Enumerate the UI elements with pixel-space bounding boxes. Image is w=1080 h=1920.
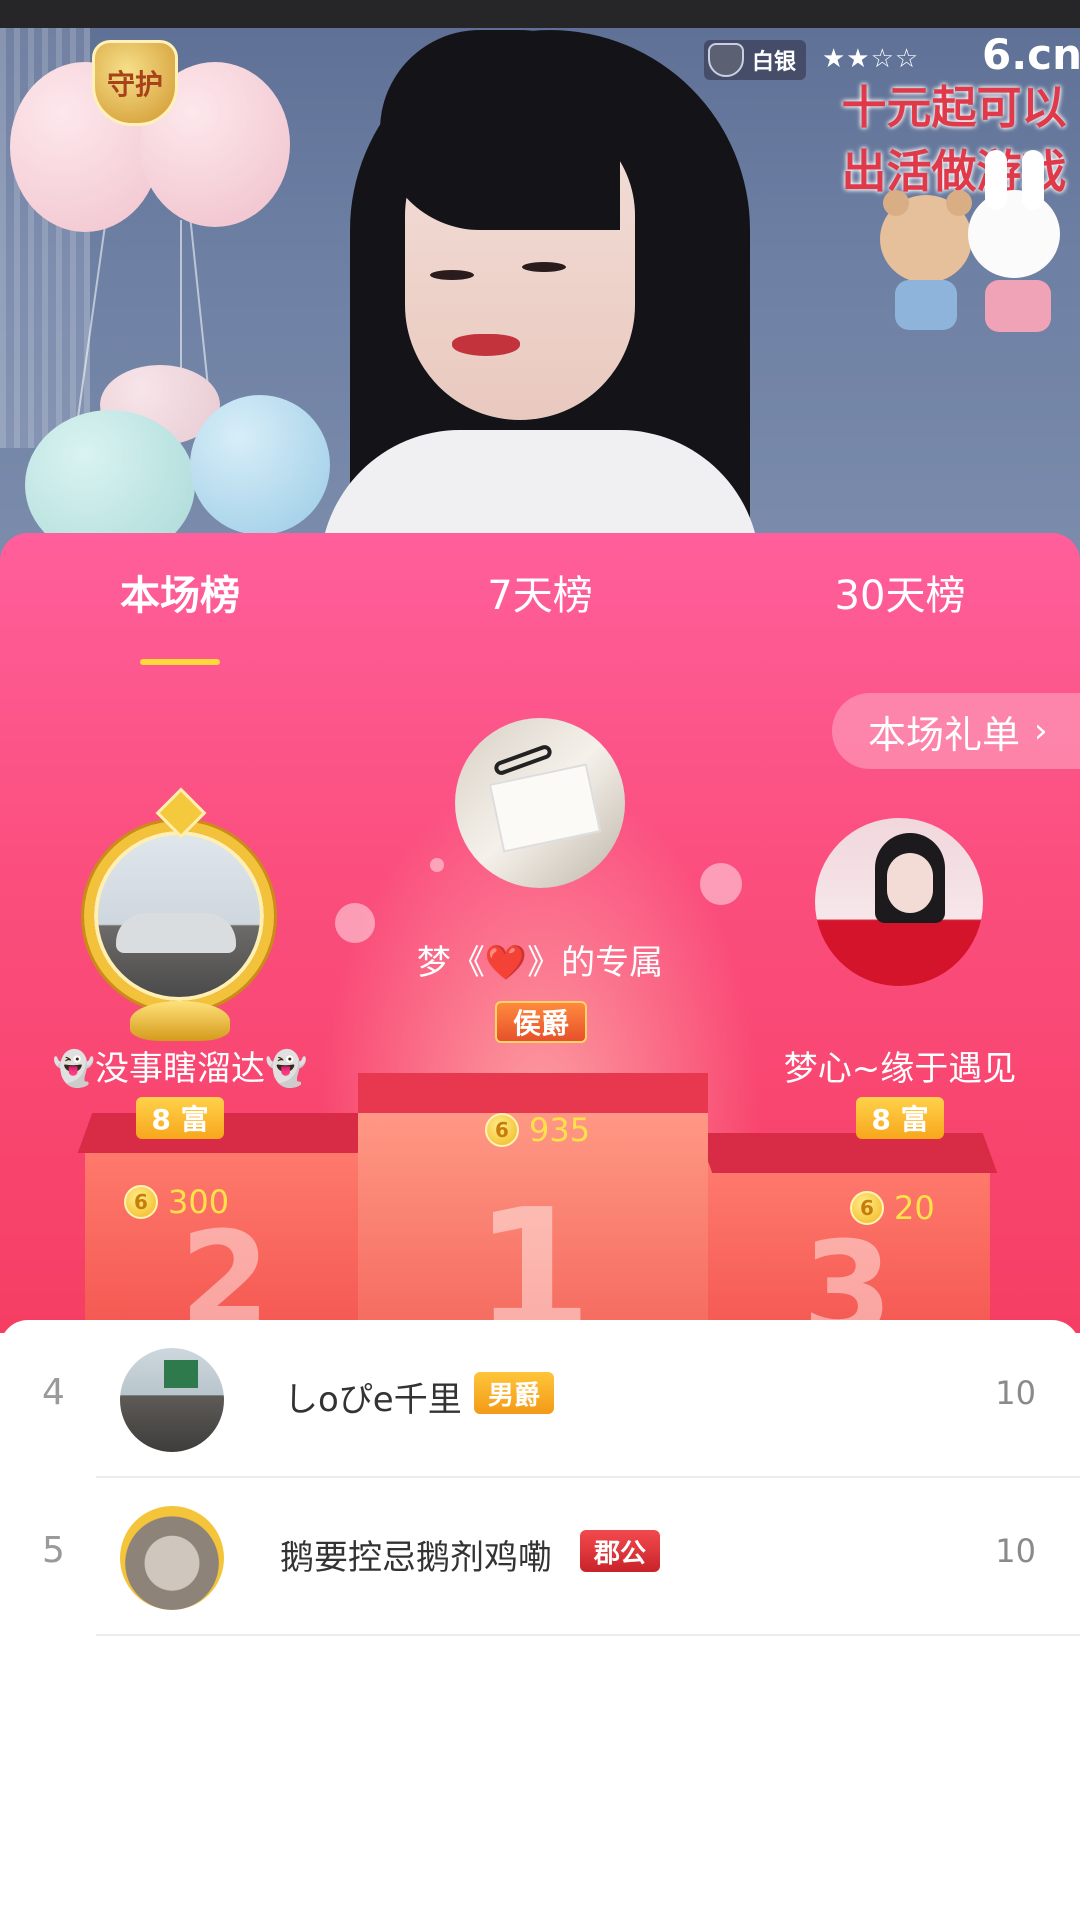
third-place-wealth-badge: 8 富 xyxy=(856,1097,944,1139)
rank-panel: 本场榜 7天榜 30天榜 本场礼单 › 2 3 1 梦《❤️》的专属 侯爵 6 … xyxy=(0,533,1080,1333)
rank-tabs: 本场榜 7天榜 30天榜 xyxy=(0,563,1080,665)
second-place-gold-frame xyxy=(84,821,274,1011)
promo-line-1: 十元起可以 xyxy=(841,81,1067,134)
second-place-name: 👻没事瞎溜达👻 xyxy=(52,1049,308,1089)
second-place-wealth-badge: 8 富 xyxy=(136,1097,224,1139)
status-bar xyxy=(0,0,1080,28)
coin-icon: 6 xyxy=(124,1185,158,1219)
guard-badge-icon[interactable]: 守护 xyxy=(92,40,178,126)
balloon xyxy=(190,395,330,535)
first-place-title-badge: 侯爵 xyxy=(495,1001,587,1043)
list-item-rank: 5 xyxy=(42,1530,65,1571)
podium-second: 2 xyxy=(85,1143,365,1333)
divider xyxy=(96,1634,1080,1636)
podium-third: 3 xyxy=(705,1163,990,1333)
tab-30-days[interactable]: 30天榜 xyxy=(750,563,1050,621)
sparkle-decoration xyxy=(430,858,444,872)
chevron-right-icon: › xyxy=(1034,711,1048,751)
site-logo: 6.cn xyxy=(982,30,1080,79)
list-item-title-badge: 男爵 xyxy=(474,1372,555,1414)
streamer-lips xyxy=(452,334,520,356)
podium-rank-3: 3 xyxy=(802,1213,893,1333)
list-item-value: 10 xyxy=(995,1374,1036,1412)
live-video[interactable]: 守护 白银 ★★☆☆ 6.cn 十元起可以 出活做游戏 xyxy=(0,0,1080,560)
first-place-avatar[interactable] xyxy=(455,718,625,888)
podium-rank-1: 1 xyxy=(473,1173,593,1333)
anchor-level-badge: 白银 xyxy=(704,40,807,80)
gift-list-button[interactable]: 本场礼单 › xyxy=(832,693,1080,769)
gift-list-button-label: 本场礼单 xyxy=(868,712,1021,757)
third-place-score: 6 20 xyxy=(850,1189,935,1227)
list-item-value: 10 xyxy=(995,1532,1036,1570)
sparkle-decoration xyxy=(335,903,375,943)
wings-icon xyxy=(130,1001,230,1041)
streamer-eye xyxy=(430,270,474,280)
first-place-name: 梦《❤️》的专属 xyxy=(416,943,664,983)
list-item[interactable]: 4 しoぴe千里 男爵 10 xyxy=(0,1320,1080,1478)
anchor-level-label: 白银 xyxy=(752,50,797,75)
third-place-avatar[interactable] xyxy=(815,818,983,986)
podium-first-top xyxy=(358,1073,708,1113)
active-tab-indicator xyxy=(140,659,220,665)
rank-list: 4 しoぴe千里 男爵 10 5 鹅要控忌鹅剂鸡嘞 郡公 10 xyxy=(0,1320,1080,1920)
third-place-score-value: 20 xyxy=(894,1189,935,1227)
second-place-score-value: 300 xyxy=(168,1183,230,1221)
streamer-hair-front xyxy=(380,30,620,230)
podium-rank-2: 2 xyxy=(179,1203,271,1333)
sparkle-decoration xyxy=(700,863,742,905)
shield-icon xyxy=(708,43,744,77)
list-item-rank: 4 xyxy=(42,1372,65,1413)
coin-icon: 6 xyxy=(850,1191,884,1225)
third-place-name: 梦心~缘于遇见 xyxy=(783,1049,1017,1089)
podium-third-top xyxy=(697,1133,998,1173)
first-place-score-value: 935 xyxy=(529,1111,591,1149)
list-item[interactable]: 5 鹅要控忌鹅剂鸡嘞 郡公 10 xyxy=(0,1478,1080,1636)
second-place-score: 6 300 xyxy=(124,1183,229,1221)
tab-current-session[interactable]: 本场榜 xyxy=(30,563,330,621)
star-rating: ★★☆☆ xyxy=(822,44,920,74)
list-item-avatar[interactable] xyxy=(120,1348,224,1452)
first-place-score: 6 935 xyxy=(485,1111,590,1149)
guard-badge-label: 守护 xyxy=(106,68,163,101)
streamer-eye xyxy=(522,262,566,272)
list-item-name: しoぴe千里 xyxy=(284,1380,462,1420)
coin-icon: 6 xyxy=(485,1113,519,1147)
list-item-avatar[interactable] xyxy=(120,1506,224,1610)
list-item-name: 鹅要控忌鹅剂鸡嘞 xyxy=(280,1538,552,1578)
tab-7-days[interactable]: 7天榜 xyxy=(390,563,690,621)
list-item-title-badge: 郡公 xyxy=(580,1530,661,1572)
podium-second-top xyxy=(77,1113,373,1153)
